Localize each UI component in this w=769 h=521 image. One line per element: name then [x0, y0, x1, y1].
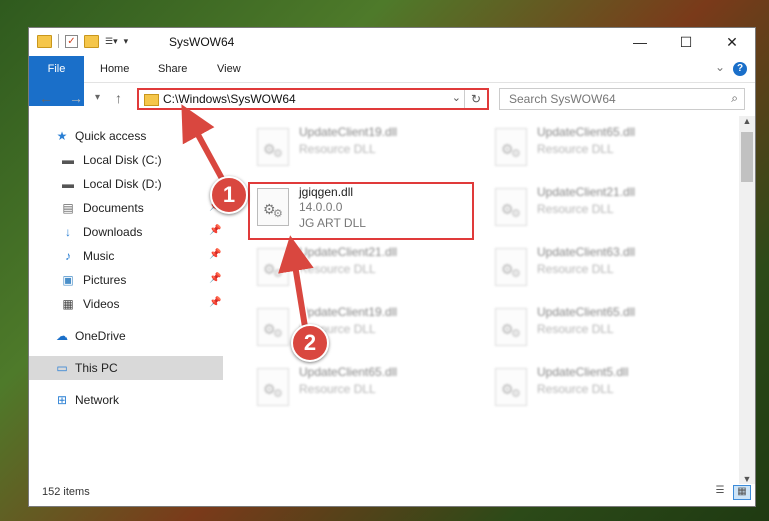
annotation-arrows [181, 104, 314, 338]
arrow-to-address-bar [181, 104, 229, 188]
step-2-callout: 2 [291, 324, 329, 362]
step-1-callout: 1 [210, 176, 248, 214]
